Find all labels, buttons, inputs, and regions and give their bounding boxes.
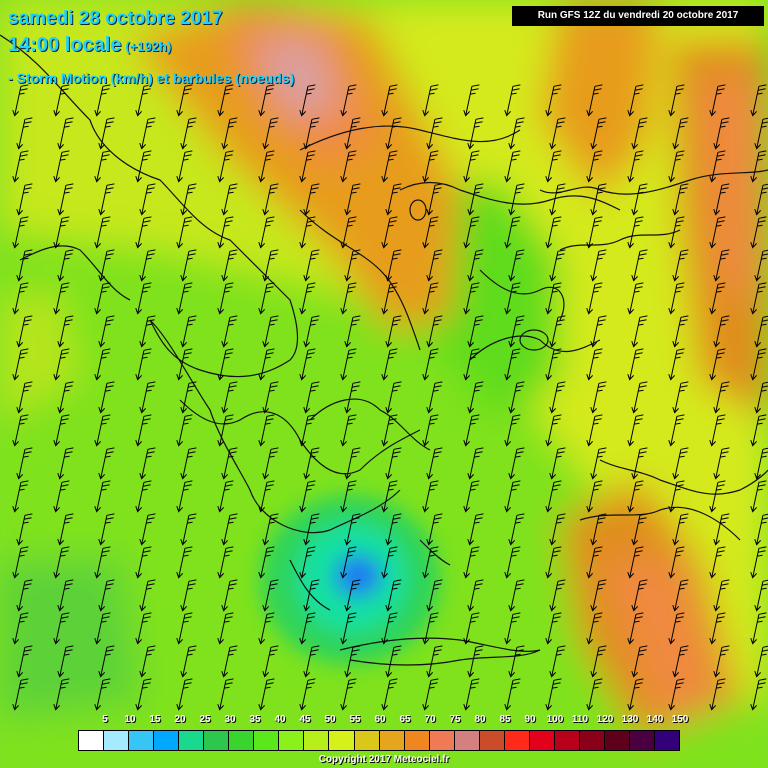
parameter-label: Storm Motion (km/h) et barbules (noeuds) — [16, 70, 295, 86]
legend-colorbar — [78, 730, 680, 751]
legend-swatch — [655, 731, 680, 750]
legend-swatch — [254, 731, 280, 750]
legend-swatch — [554, 731, 580, 750]
legend-label: 150 — [671, 714, 689, 725]
legend-swatch — [454, 731, 480, 750]
legend-swatch — [379, 731, 405, 750]
legend-swatch — [79, 731, 105, 750]
legend-swatch — [304, 731, 330, 750]
legend-swatch — [630, 731, 656, 750]
parameter-title: - Storm Motion (km/h) et barbules (noeud… — [8, 70, 295, 86]
legend-swatch — [179, 731, 205, 750]
legend-swatch — [504, 731, 530, 750]
forecast-date: samedi 28 octobre 2017 — [8, 8, 223, 29]
legend-swatch — [204, 731, 230, 750]
legend-swatch — [329, 731, 355, 750]
legend-swatch — [154, 731, 180, 750]
legend-swatch — [404, 731, 430, 750]
legend-swatch — [279, 731, 305, 750]
copyright: Copyright 2017 Meteociel.fr — [318, 754, 450, 765]
legend-swatch — [479, 731, 505, 750]
forecast-offset: (+192h) — [125, 39, 172, 54]
legend-swatch — [429, 731, 455, 750]
legend-swatch — [129, 731, 155, 750]
legend-swatch — [354, 731, 380, 750]
legend-swatch — [604, 731, 631, 750]
legend-swatch — [229, 731, 255, 750]
legend-swatch — [104, 731, 130, 750]
legend-swatch — [579, 731, 605, 750]
storm-motion-map — [0, 0, 768, 768]
forecast-time-label: 14:00 locale — [8, 34, 122, 56]
legend-swatch — [529, 731, 555, 750]
legend-labels: 5 10 15 20 25 30 35 40 45 50 55 60 65 70 75 80 85 90 100 11… — [80, 714, 688, 728]
run-info: Run GFS 12Z du vendredi 20 octobre 2017 — [512, 6, 764, 26]
forecast-time: 14:00 locale (+192h) — [8, 34, 171, 57]
